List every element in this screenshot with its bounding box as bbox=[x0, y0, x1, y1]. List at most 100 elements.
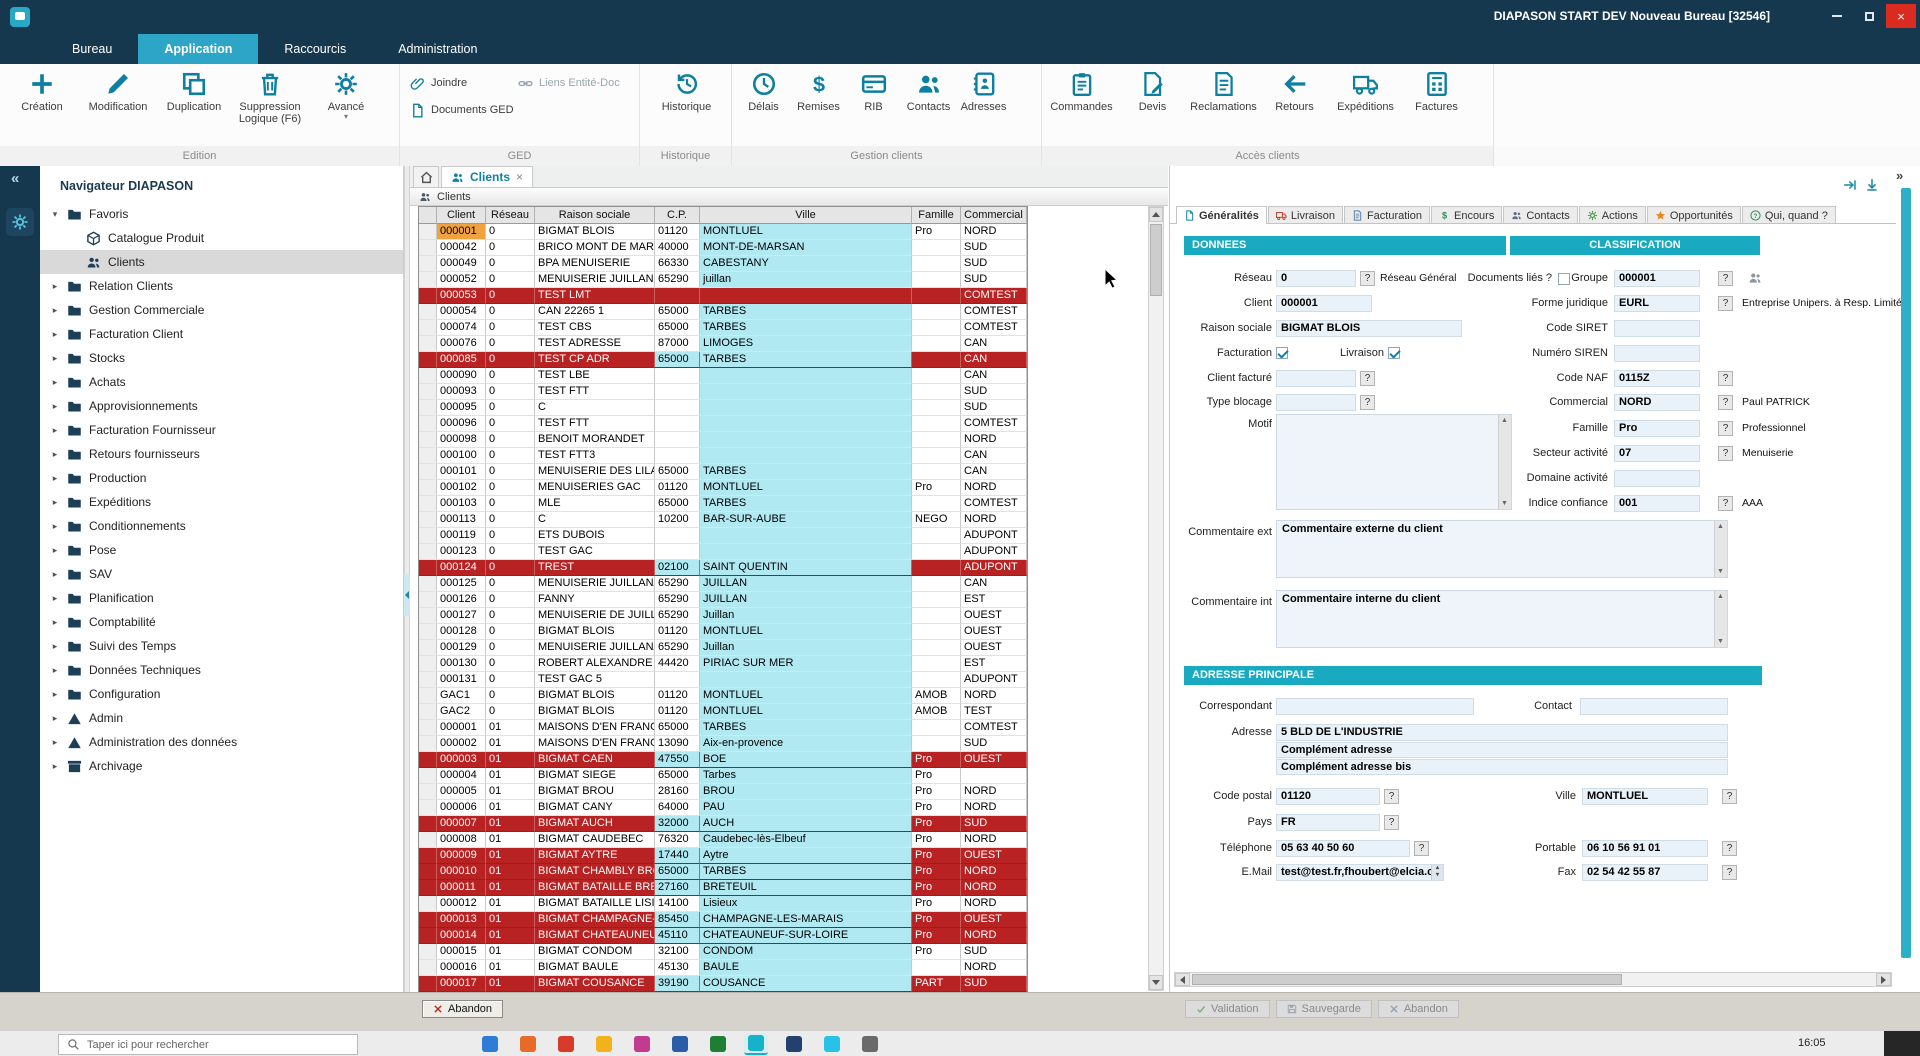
table-row[interactable]: 0000760TEST ADRESSE87000LIMOGESCAN bbox=[419, 336, 1027, 352]
sidebar-item-stocks[interactable]: ▸Stocks bbox=[40, 346, 403, 370]
table-row[interactable]: 0001020MENUISERIES GAC01120MONTLUELProNO… bbox=[419, 480, 1027, 496]
table-row[interactable]: 00000401BIGMAT SIEGE65000TarbesPro bbox=[419, 768, 1027, 784]
sidebar-item-admin[interactable]: ▸Admin bbox=[40, 706, 403, 730]
table-row[interactable]: 00000301BIGMAT CAEN47550BOEProOUEST bbox=[419, 752, 1027, 768]
livraison-checkbox[interactable] bbox=[1388, 347, 1400, 359]
groupe-lookup-button[interactable]: ? bbox=[1718, 271, 1733, 286]
tab-home[interactable] bbox=[413, 166, 439, 187]
maximize-button[interactable] bbox=[1854, 4, 1884, 28]
reseau-input[interactable]: 0 bbox=[1276, 270, 1356, 287]
table-row[interactable]: 0001190ETS DUBOISADUPONT bbox=[419, 528, 1027, 544]
domaine-activite-input[interactable] bbox=[1614, 470, 1700, 487]
taskbar-app-4[interactable] bbox=[592, 1033, 616, 1055]
table-row[interactable]: 0000420BRICO MONT DE MARSA40000MONT-DE-M… bbox=[419, 240, 1027, 256]
sidebar-item-clients[interactable]: Clients bbox=[40, 250, 403, 274]
taskbar-app-1[interactable] bbox=[478, 1033, 502, 1055]
table-row[interactable]: 0001290MENUISERIE JUILLANAIS65290Juillan… bbox=[419, 640, 1027, 656]
sidebar-item-retours-fournisseurs[interactable]: ▸Retours fournisseurs bbox=[40, 442, 403, 466]
ribbon-button-liens-entite-doc[interactable]: Liens Entité-Doc bbox=[518, 72, 620, 94]
table-row[interactable]: 00000101MAISONS D'EN FRANCE65000TARBESCO… bbox=[419, 720, 1027, 736]
table-row[interactable]: 00001501BIGMAT CONDOM32100CONDOMProSUD bbox=[419, 944, 1027, 960]
motif-textarea[interactable]: ▲▼ bbox=[1276, 414, 1512, 510]
table-row[interactable]: 00001701BIGMAT COUSANCE39190COUSANCEPART… bbox=[419, 976, 1027, 992]
table-row[interactable]: 00000201MAISONS D'EN FRANCE13090Aix-en-p… bbox=[419, 736, 1027, 752]
collapse-sidebar-button[interactable]: « bbox=[11, 170, 19, 187]
dock-down-icon[interactable] bbox=[1865, 178, 1879, 192]
table-row[interactable]: 0000960TEST FTTCOMTEST bbox=[419, 416, 1027, 432]
minimize-button[interactable] bbox=[1822, 4, 1852, 28]
type-blocage-input[interactable] bbox=[1276, 394, 1356, 411]
sidebar-item-relation-clients[interactable]: ▸Relation Clients bbox=[40, 274, 403, 298]
sidebar-item-suivi-des-temps[interactable]: ▸Suivi des Temps bbox=[40, 634, 403, 658]
sidebar-item-conditionnements[interactable]: ▸Conditionnements bbox=[40, 514, 403, 538]
taskbar-search-box[interactable]: Taper ici pour rechercher bbox=[58, 1034, 358, 1055]
close-button[interactable]: × bbox=[1886, 4, 1916, 28]
dock-right-icon[interactable] bbox=[1843, 178, 1857, 192]
scroll-right-button[interactable] bbox=[1876, 973, 1891, 986]
sidebar-item-donnees-techniques[interactable]: ▸Données Techniques bbox=[40, 658, 403, 682]
sidebar-item-expeditions[interactable]: ▸Expéditions bbox=[40, 490, 403, 514]
table-row[interactable]: 0000010BIGMAT BLOIS01120MONTLUELProNORD bbox=[419, 224, 1027, 240]
forme-juridique-input[interactable]: EURL bbox=[1614, 295, 1700, 312]
telephone-input[interactable]: 05 63 40 50 60 bbox=[1276, 840, 1410, 857]
raison-sociale-input[interactable]: BIGMAT BLOIS bbox=[1276, 320, 1462, 337]
table-row[interactable]: 00001201BIGMAT BATAILLE LISIE14100Lisieu… bbox=[419, 896, 1027, 912]
table-row[interactable]: 00000701BIGMAT AUCH32000AUCHProSUD bbox=[419, 816, 1027, 832]
ribbon-button-avance[interactable]: Avancé▾ bbox=[308, 67, 384, 121]
taskbar-app-8[interactable] bbox=[744, 1033, 768, 1055]
ribbon-button-delais[interactable]: Délais bbox=[736, 67, 791, 113]
ribbon-button-adresses[interactable]: Adresses bbox=[956, 67, 1011, 113]
secteur-activite-input[interactable]: 07 bbox=[1614, 445, 1700, 462]
ribbon-button-historique[interactable]: Historique bbox=[644, 67, 729, 113]
commentaire-int-scrollbar[interactable]: ▲▼ bbox=[1714, 591, 1727, 647]
code-siret-input[interactable] bbox=[1614, 320, 1700, 337]
table-row[interactable]: 0000850TEST CP ADR65000TARBESCAN bbox=[419, 352, 1027, 368]
detail-tab-contacts[interactable]: Contacts bbox=[1503, 206, 1577, 224]
ribbon-button-commandes[interactable]: Commandes bbox=[1046, 67, 1117, 113]
column-header-c-p-[interactable]: C.P. bbox=[655, 207, 700, 224]
table-row[interactable]: 0000530TEST LMTCOMTEST bbox=[419, 288, 1027, 304]
sidebar-item-configuration[interactable]: ▸Configuration bbox=[40, 682, 403, 706]
portable-input[interactable]: 06 10 56 91 01 bbox=[1582, 840, 1708, 857]
column-header-commercial[interactable]: Commercial bbox=[961, 207, 1027, 224]
sidebar-item-achats[interactable]: ▸Achats bbox=[40, 370, 403, 394]
table-row[interactable]: 00001101BIGMAT BATAILLE BRET27160BRETEUI… bbox=[419, 880, 1027, 896]
table-row[interactable]: 00000501BIGMAT BROU28160BROUProNORD bbox=[419, 784, 1027, 800]
sidebar-item-catalogue-produit[interactable]: Catalogue Produit bbox=[40, 226, 403, 250]
forme-juridique-lookup-button[interactable]: ? bbox=[1718, 296, 1733, 311]
famille-lookup-button[interactable]: ? bbox=[1718, 421, 1733, 436]
table-row[interactable]: 0001000TEST FTT3CAN bbox=[419, 448, 1027, 464]
ribbon-button-modification[interactable]: Modification bbox=[80, 67, 156, 113]
table-row[interactable]: 0001260FANNY65290JUILLANEST bbox=[419, 592, 1027, 608]
client-facture-lookup-button[interactable]: ? bbox=[1360, 371, 1375, 386]
table-row[interactable]: 0001300ROBERT ALEXANDRE EI44420PIRIAC SU… bbox=[419, 656, 1027, 672]
table-row[interactable]: 0000930TEST FTTSUD bbox=[419, 384, 1027, 400]
code-postal-input[interactable]: 01120 bbox=[1276, 788, 1380, 805]
sidebar-item-archivage[interactable]: ▸Archivage bbox=[40, 754, 403, 778]
taskbar-app-2[interactable] bbox=[516, 1033, 540, 1055]
scroll-left-button[interactable] bbox=[1175, 973, 1190, 986]
scroll-thumb[interactable] bbox=[1192, 974, 1622, 985]
table-row[interactable]: 00001001BIGMAT CHAMBLY BROC65000TARBESPr… bbox=[419, 864, 1027, 880]
ribbon-button-duplication[interactable]: Duplication bbox=[156, 67, 232, 113]
menu-application[interactable]: Application bbox=[138, 34, 258, 64]
taskbar-app-6[interactable] bbox=[668, 1033, 692, 1055]
sidebar-item-facturation-fournisseur[interactable]: ▸Facturation Fournisseur bbox=[40, 418, 403, 442]
adresse-input[interactable]: 5 BLD DE L'INDUSTRIE bbox=[1276, 724, 1728, 741]
ribbon-button-factures[interactable]: Factures bbox=[1401, 67, 1472, 113]
ribbon-button-suppression-logique[interactable]: Suppression Logique (F6) bbox=[232, 67, 308, 125]
scroll-down-button[interactable] bbox=[1149, 975, 1163, 990]
tab-clients[interactable]: Clients × bbox=[441, 166, 533, 187]
detail-tab-actions[interactable]: Actions bbox=[1579, 206, 1646, 224]
ribbon-button-retours[interactable]: Retours bbox=[1259, 67, 1330, 113]
sidebar-item-favoris[interactable]: ▾Favoris bbox=[40, 202, 403, 226]
sidebar-item-approvisionnements[interactable]: ▸Approvisionnements bbox=[40, 394, 403, 418]
column-header-famille[interactable]: Famille bbox=[912, 207, 961, 224]
table-row[interactable]: 0000740TEST CBS65000TARBESCOMTEST bbox=[419, 320, 1027, 336]
groupe-input[interactable]: 000001 bbox=[1614, 270, 1700, 287]
detail-tab-encours[interactable]: $Encours bbox=[1431, 206, 1502, 224]
commercial-lookup-button[interactable]: ? bbox=[1718, 395, 1733, 410]
telephone-lookup-button[interactable]: ? bbox=[1414, 841, 1429, 856]
sidebar-item-comptabilite[interactable]: ▸Comptabilité bbox=[40, 610, 403, 634]
table-row[interactable]: 00000801BIGMAT CAUDEBEC76320Caudebec-lès… bbox=[419, 832, 1027, 848]
